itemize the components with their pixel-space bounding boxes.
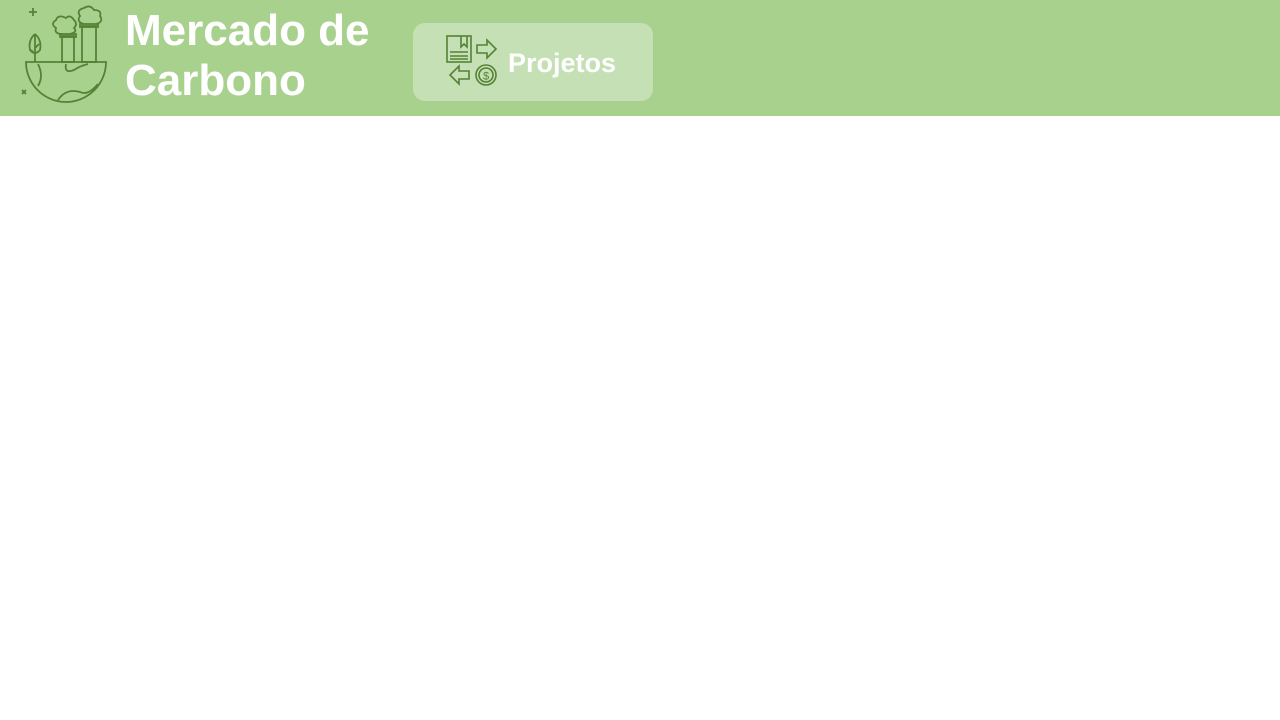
- header: Mercado de Carbono $ Projetos: [0, 0, 1280, 116]
- app-title: Mercado de Carbono: [125, 6, 370, 106]
- nav-button-label: Projetos: [508, 48, 617, 78]
- svg-text:$: $: [483, 71, 489, 83]
- nav-button-projetos[interactable]: $ Projetos: [413, 23, 653, 101]
- earth-factory-icon: [21, 5, 107, 103]
- exchange-document-money-icon: $: [446, 35, 498, 86]
- title-line-2: Carbono: [125, 56, 306, 105]
- title-line-1: Mercado de: [125, 6, 370, 55]
